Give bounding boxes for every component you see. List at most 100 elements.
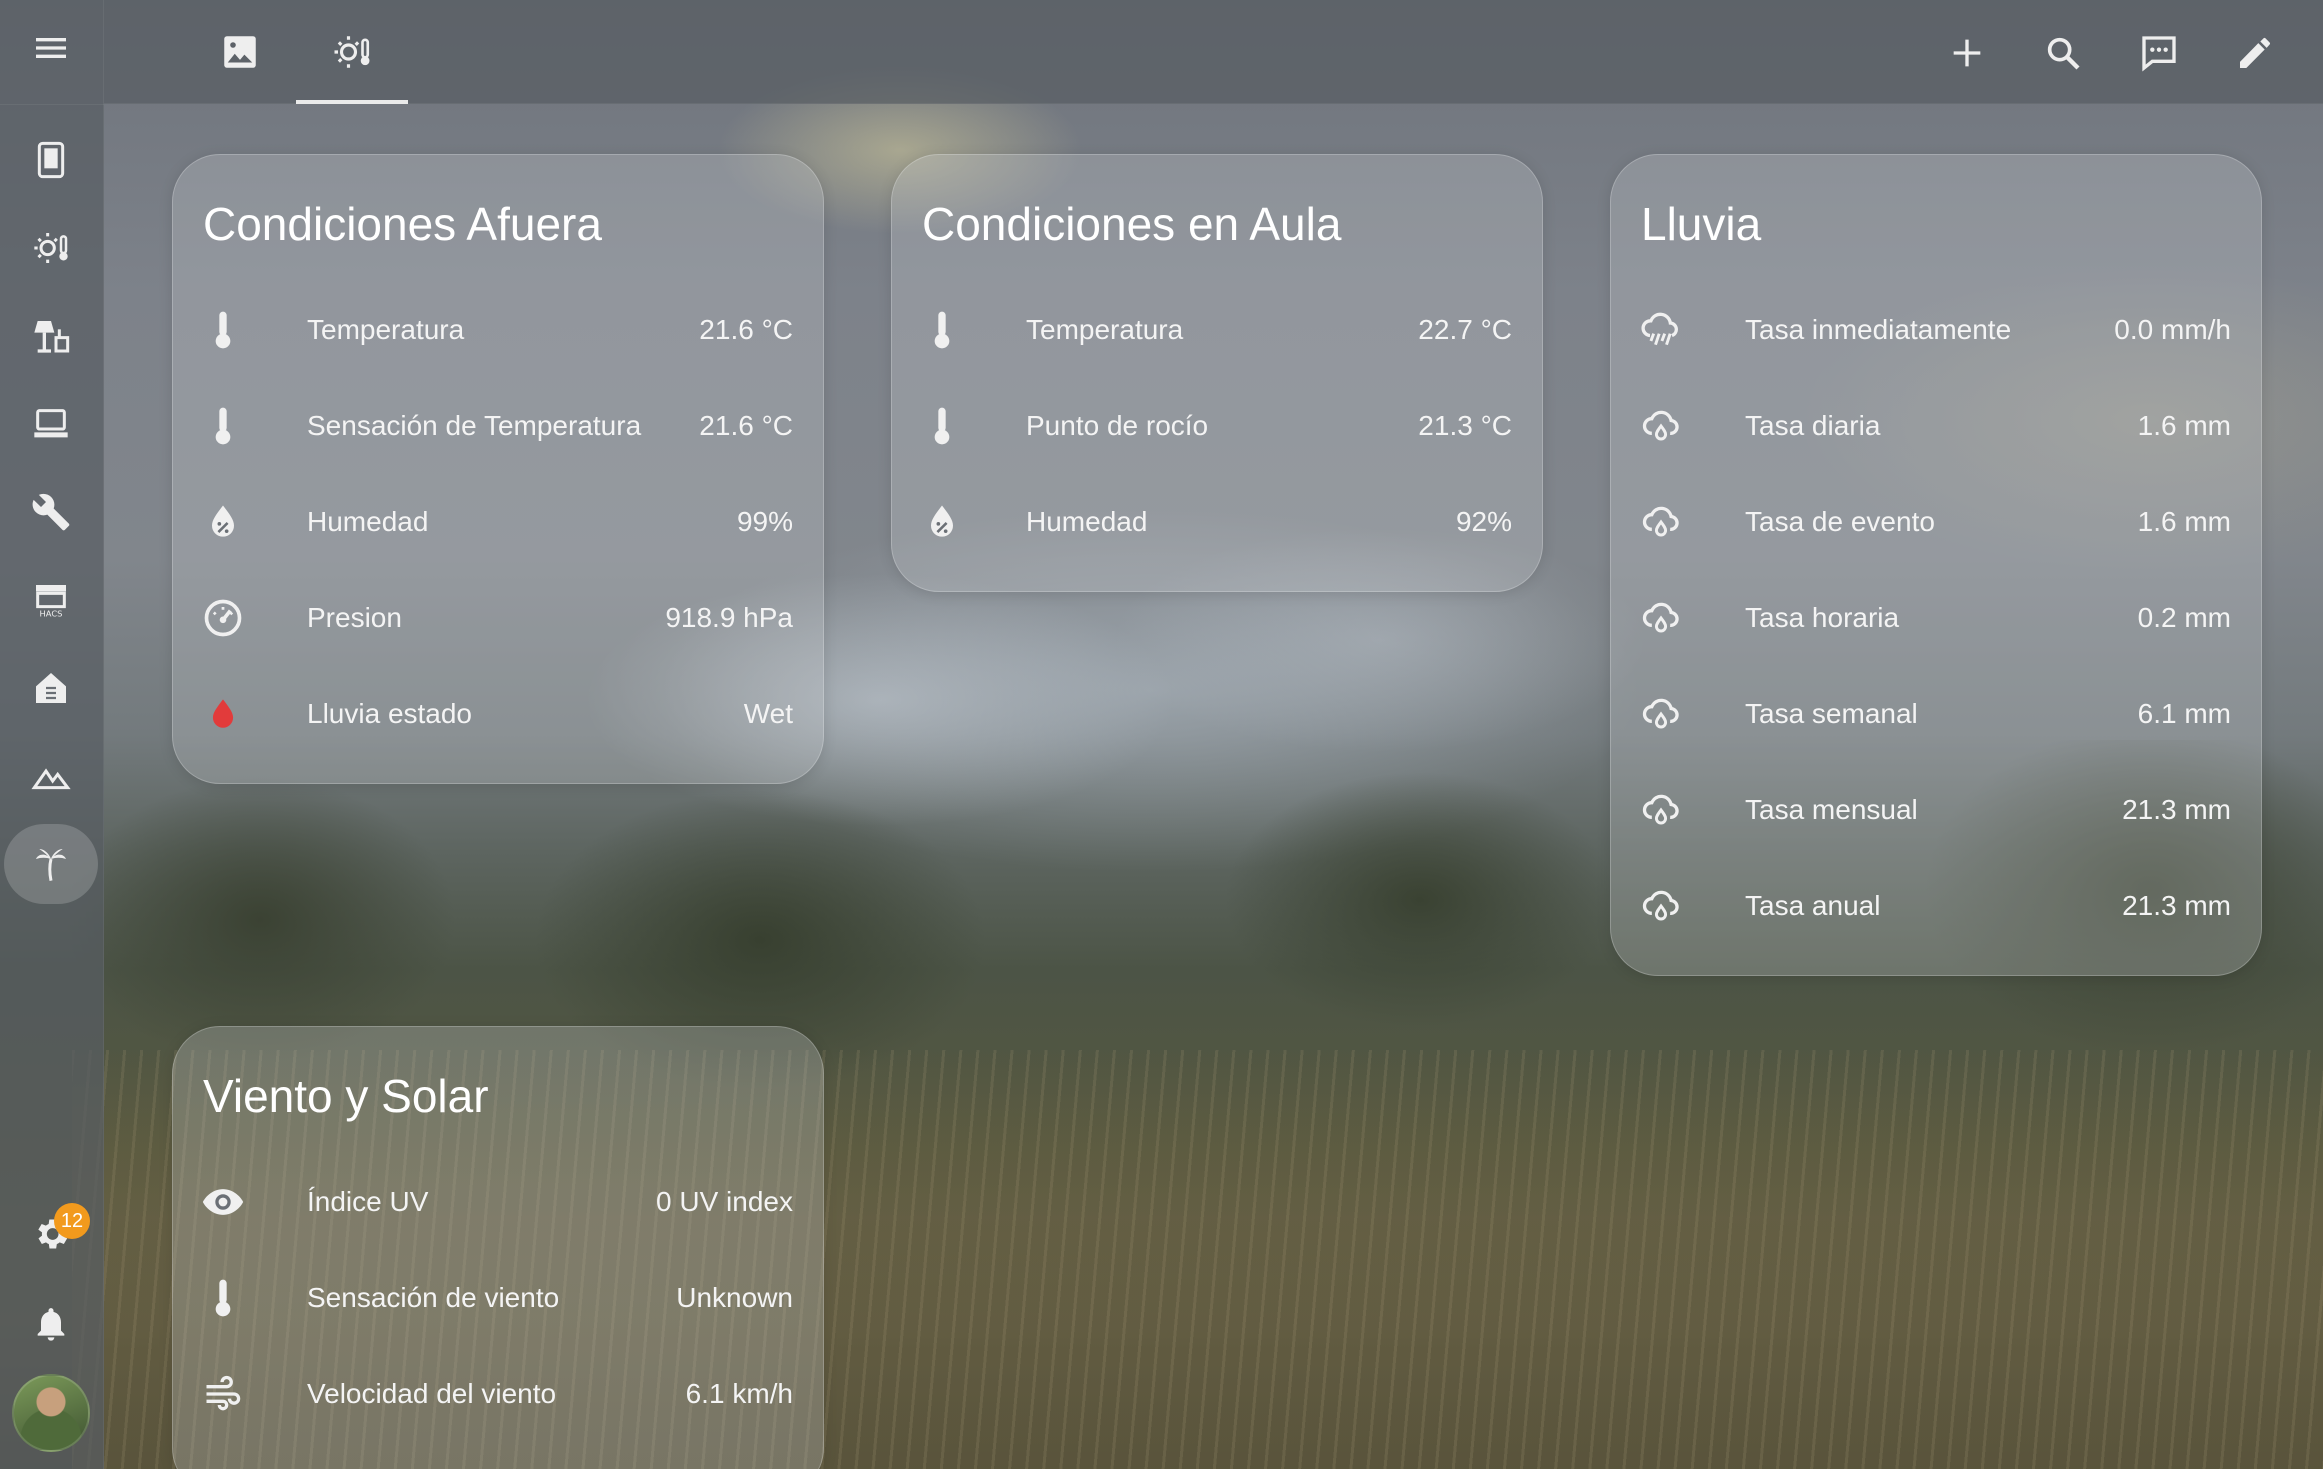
entity-value: 0 UV index [656,1186,793,1217]
card-title: Condiciones Afuera [203,198,602,250]
assist-button[interactable] [2130,24,2188,82]
sidebar-item-weather[interactable] [4,208,98,288]
sidebar-item-tablet[interactable] [4,120,98,200]
home-icon [36,673,66,703]
entity-label: Temperatura [1026,314,1184,345]
entity-row-tasa-mensual[interactable]: Tasa mensual 21.3 mm [1633,777,2231,843]
entity-row-presion[interactable]: Presion 918.9 hPa [195,585,793,651]
entity-value: Unknown [676,1282,793,1313]
laptop-icon [34,409,68,438]
sidebar-item-devices[interactable] [4,384,98,464]
water-percent-icon [914,494,970,550]
entity-label: Tasa de evento [1745,506,1935,537]
add-icon [1953,39,1981,67]
entity-row-punto-de-rocio[interactable]: Punto de rocío 21.3 °C [914,393,1512,459]
entity-value: 918.9 hPa [665,602,793,633]
assist-icon [2142,36,2176,72]
entity-value: 21.6 °C [699,314,793,345]
cloud-rain-drop-icon [1633,686,1689,742]
sun-thermometer-icon [34,233,68,263]
image-icon [224,36,256,68]
weather-windy-icon [195,1366,251,1422]
entity-row-tasa-horaria[interactable]: Tasa horaria 0.2 mm [1633,585,2231,651]
entity-row-humedad[interactable]: Humedad 92% [914,489,1512,555]
entity-label: Tasa diaria [1745,410,1881,441]
water-percent-icon [195,494,251,550]
entity-row-indice-uv[interactable]: Índice UV 0 UV index [195,1169,793,1235]
add-button[interactable] [1938,24,1996,82]
tab-image-view[interactable] [184,0,296,104]
card-viento-y-solar: Viento y Solar Índice UV 0 UV index Sens… [172,1026,824,1469]
entity-value: 0.0 mm/h [2114,314,2231,345]
sidebar-divider [0,104,104,105]
sidebar-item-palm[interactable] [4,824,98,904]
tablet-icon [37,141,65,179]
card-condiciones-en-aula: Condiciones en Aula Temperatura 22.7 °C … [891,154,1543,592]
card-condiciones-afuera: Condiciones Afuera Temperatura 21.6 °C S… [172,154,824,784]
card-lluvia: Lluvia Tasa inmediatamente 0.0 mm/h Tasa… [1610,154,2262,976]
edit-button[interactable] [2226,24,2284,82]
thermometer-icon [914,302,970,358]
menu-icon [36,38,66,58]
entity-label: Tasa semanal [1745,698,1918,729]
bell-icon [37,1308,65,1341]
menu-button[interactable] [22,24,80,72]
entity-value: 21.3 mm [2122,890,2231,921]
card-title: Lluvia [1641,198,1762,250]
entity-label: Humedad [307,506,429,537]
sidebar-item-home[interactable] [4,648,98,728]
card-title: Viento y Solar [203,1070,489,1122]
entity-value: 1.6 mm [2137,506,2231,537]
search-button[interactable] [2034,24,2092,82]
top-app-bar [104,0,2323,104]
user-avatar[interactable] [12,1374,90,1452]
sidebar: HACS 12 [0,0,104,1469]
entity-value: 6.1 mm [2137,698,2231,729]
entity-label: Temperatura [307,314,465,345]
sidebar-item-tools[interactable] [4,472,98,552]
tab-weather-view[interactable] [296,0,408,104]
entity-value: Wet [743,698,793,729]
entity-row-lluvia-estado[interactable]: Lluvia estado Wet [195,681,793,747]
entity-label: Tasa inmediatamente [1745,314,2012,345]
search-icon [2047,37,2080,70]
lamp-icon [34,321,70,353]
entity-value: 6.1 km/h [685,1378,793,1409]
sun-thermometer-icon [334,36,370,68]
sidebar-item-mountains[interactable] [4,736,98,816]
entity-row-humedad[interactable]: Humedad 99% [195,489,793,555]
entity-label: Sensación de viento [307,1282,560,1313]
entity-value: 21.6 °C [699,410,793,441]
entity-value: 22.7 °C [1418,314,1512,345]
thermometer-icon [195,398,251,454]
entity-value: 21.3 mm [2122,794,2231,825]
notification-count-badge: 12 [54,1203,90,1239]
sidebar-item-lamp[interactable] [4,296,98,376]
water-drop-icon [195,686,251,742]
entity-label: Punto de rocío [1026,410,1209,441]
card-title: Condiciones en Aula [922,198,1342,250]
entity-value: 92% [1455,506,1512,537]
entity-label: Índice UV [307,1186,429,1217]
entity-row-temperatura[interactable]: Temperatura 22.7 °C [914,297,1512,363]
cloud-rain-drop-icon [1633,878,1689,934]
sidebar-item-hacs[interactable]: HACS [4,560,98,640]
entity-row-tasa-inmediatamente[interactable]: Tasa inmediatamente 0.0 mm/h [1633,297,2231,363]
entity-row-tasa-semanal[interactable]: Tasa semanal 6.1 mm [1633,681,2231,747]
entity-row-temperatura[interactable]: Temperatura 21.6 °C [195,297,793,363]
entity-label: Velocidad del viento [307,1378,557,1409]
gauge-icon [195,590,251,646]
edit-icon [2240,38,2270,68]
cloud-rain-drop-icon [1633,494,1689,550]
entity-row-sensacion-temperatura[interactable]: Sensación de Temperatura 21.6 °C [195,393,793,459]
entity-row-tasa-anual[interactable]: Tasa anual 21.3 mm [1633,873,2231,939]
entity-label: Tasa anual [1745,890,1881,921]
entity-row-sensacion-de-viento[interactable]: Sensación de viento Unknown [195,1265,793,1331]
sidebar-item-notifications[interactable] [4,1284,98,1364]
entity-label: Humedad [1026,506,1148,537]
entity-label: Tasa mensual [1745,794,1918,825]
entity-row-velocidad-del-viento[interactable]: Velocidad del viento 6.1 km/h [195,1361,793,1427]
svg-text:HACS: HACS [40,609,63,619]
entity-row-tasa-diaria[interactable]: Tasa diaria 1.6 mm [1633,393,2231,459]
entity-row-tasa-de-evento[interactable]: Tasa de evento 1.6 mm [1633,489,2231,555]
